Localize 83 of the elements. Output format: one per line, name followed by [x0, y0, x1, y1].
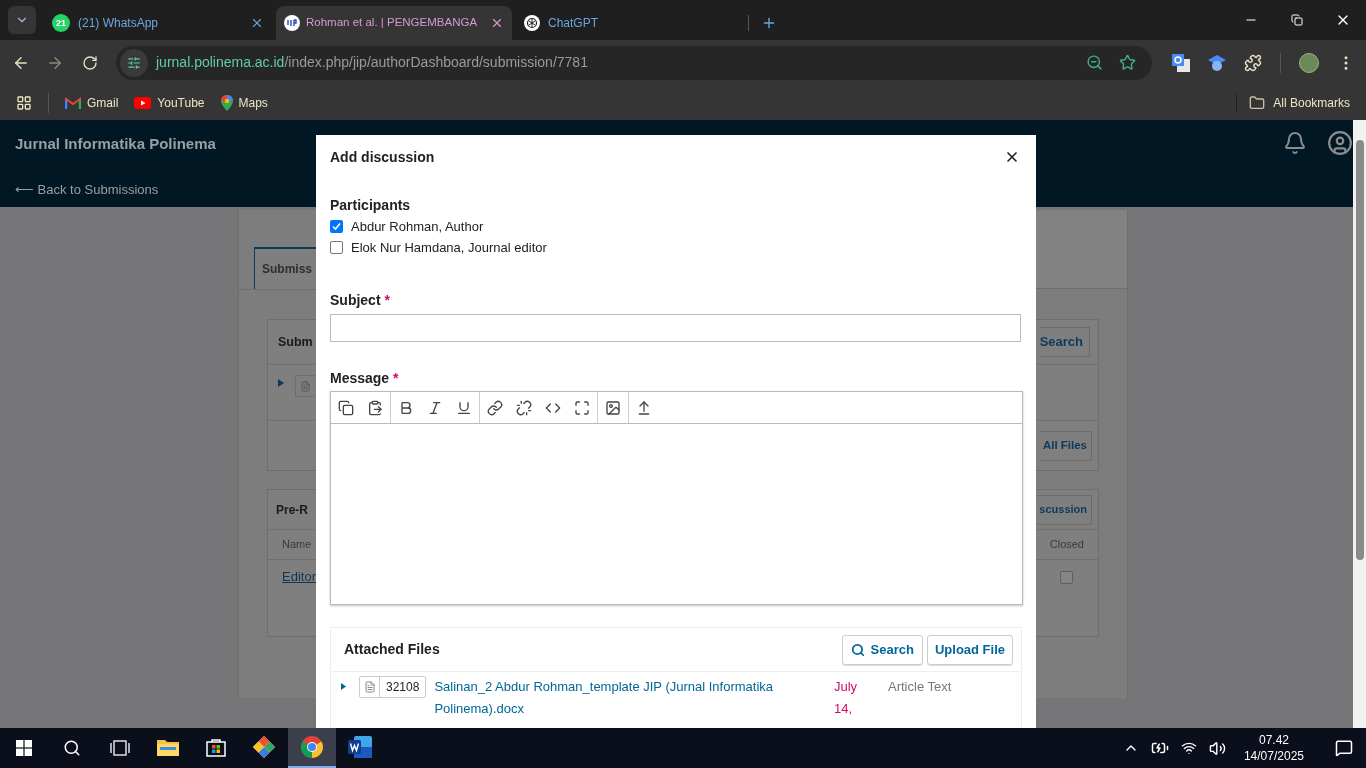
zoom-out-icon[interactable] [1086, 54, 1103, 71]
file-id-badge: 32108 [359, 676, 427, 698]
field-label: Subject * [330, 291, 391, 310]
subject-field[interactable] [330, 314, 1021, 342]
participant-name: Abdur Rohman, Author [351, 217, 484, 236]
shopping-bag-icon [206, 737, 226, 757]
url-text: jurnal.polinema.ac.id/index.php/jip/authorDashboard/submission/7781 [156, 53, 589, 72]
participant-checkbox[interactable] [330, 241, 343, 254]
browser-tab[interactable]: 21 (21) WhatsApp [40, 6, 276, 40]
file-link[interactable]: Salinan_2 Abdur Rohman_template JIP (Jurnal Informatika Polinema).docx [434, 676, 824, 720]
puzzle-icon[interactable] [1244, 53, 1262, 72]
folder-icon [157, 738, 179, 756]
tab[interactable]: Submiss [254, 247, 316, 289]
site-settings-icon[interactable] [127, 55, 141, 70]
reload-icon[interactable] [82, 54, 98, 71]
chat-bubble-icon: 21 [52, 14, 70, 32]
star-icon[interactable] [1119, 54, 1136, 71]
fullscreen-icon[interactable] [574, 399, 590, 416]
diamond-icon [252, 735, 276, 759]
translate-icon[interactable] [1172, 53, 1190, 72]
knot-icon [524, 15, 540, 31]
column-header: Closed [1049, 537, 1084, 553]
notification-bell-icon[interactable] [1283, 131, 1307, 155]
participant-checkbox[interactable] [330, 220, 343, 233]
dialog-title: Add discussion [330, 147, 435, 167]
browser-logo-icon [300, 735, 324, 759]
profile-avatar[interactable] [1299, 52, 1319, 73]
browser-tab[interactable]: ChatGPT [512, 6, 748, 40]
copy-icon[interactable] [338, 399, 354, 416]
document-icon [348, 736, 372, 758]
map-pin-icon [220, 94, 233, 111]
all-bookmarks-button[interactable]: All Bookmarks [1249, 93, 1350, 112]
column-header: Name [282, 537, 312, 553]
bold-icon[interactable] [398, 399, 414, 416]
restore-icon [1291, 14, 1303, 26]
document-icon [363, 681, 376, 693]
close-icon[interactable] [1004, 149, 1020, 165]
browser-tab[interactable]: Rohman et al. | PENGEMBANGA [276, 6, 512, 40]
bookmark-link[interactable]: Gmail [65, 93, 119, 112]
notification-icon [1335, 739, 1353, 757]
journal-logo-icon [284, 15, 300, 31]
folder-icon [1249, 94, 1266, 111]
underline-icon[interactable] [456, 399, 472, 416]
expand-arrow-icon[interactable] [278, 379, 284, 387]
mail-logo-icon [65, 96, 81, 109]
upload-file-button[interactable]: Upload File [926, 634, 1013, 665]
new-tab-icon[interactable] [761, 15, 777, 31]
closed-checkbox[interactable] [1060, 570, 1073, 584]
search-icon [850, 642, 865, 657]
expand-arrow-icon[interactable] [341, 683, 346, 690]
task-view-icon [110, 740, 130, 756]
wifi-icon[interactable] [1180, 740, 1197, 756]
back-link[interactable]: ⟵ Back to Submissions [15, 179, 216, 199]
unlink-icon[interactable] [516, 399, 532, 416]
panel-title: Attached Files [344, 640, 440, 659]
file-type: Article Text [888, 678, 952, 696]
user-icon[interactable] [1327, 130, 1353, 156]
participant-name: Elok Nur Hamdana, Journal editor [351, 238, 547, 257]
taskbar-app-button[interactable] [288, 728, 336, 768]
address-bar[interactable]: jurnal.polinema.ac.id/index.php/jip/authorDashboard/submission/7781 [116, 45, 1152, 80]
volume-icon[interactable] [1208, 739, 1226, 757]
section-label: Participants [330, 196, 412, 215]
upload-icon[interactable] [636, 399, 652, 416]
clock[interactable]: 07.42 14/07/2025 [1243, 732, 1304, 764]
close-icon[interactable] [250, 16, 264, 30]
bookmark-link[interactable]: Maps [220, 93, 268, 112]
file-date: July 14, [834, 678, 859, 718]
search-button[interactable]: Search [841, 634, 923, 665]
graduation-cap-icon[interactable] [1208, 53, 1226, 72]
link-icon[interactable] [487, 399, 503, 416]
journal-title[interactable]: Jurnal Informatika Polinema [15, 133, 216, 156]
panel-title: Pre-R [276, 501, 308, 519]
search-icon [63, 739, 81, 757]
field-label: Message * [330, 369, 400, 388]
panel-title: Subm [278, 333, 313, 351]
apps-grid-icon[interactable] [16, 94, 32, 111]
paste-icon[interactable] [367, 399, 383, 416]
play-logo-icon [134, 96, 152, 109]
windows-logo-icon [16, 740, 32, 756]
image-icon[interactable] [605, 399, 621, 416]
bookmark-link[interactable]: YouTube [134, 93, 205, 112]
scrollbar[interactable] [1353, 120, 1366, 728]
italic-icon[interactable] [427, 399, 443, 416]
